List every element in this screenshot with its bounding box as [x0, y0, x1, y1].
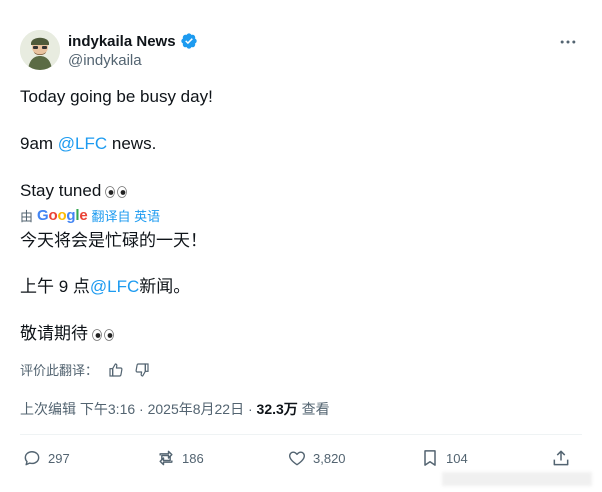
translated-from-link[interactable]: 翻译自 英语: [92, 206, 161, 225]
google-letter-6: e: [79, 207, 88, 224]
avatar[interactable]: [20, 30, 60, 70]
google-letter-1: G: [37, 207, 49, 224]
bookmark-icon: [424, 450, 436, 466]
google-logo[interactable]: Google: [37, 207, 88, 224]
tweet-text-line-1: Today going be busy day!: [20, 87, 213, 106]
reply-icon: [24, 451, 40, 466]
tweet-text-line-2-prefix: 9am: [20, 134, 58, 153]
tweet-timestamp[interactable]: 下午3:16 · 2025年8月22日 ·: [80, 401, 257, 417]
rate-translation: 评价此翻译：: [20, 360, 150, 379]
bookmark-button[interactable]: 104: [420, 448, 468, 468]
translated-mention-link[interactable]: @LFC: [90, 277, 139, 296]
tweet-text-line-3: Stay tuned: [20, 180, 128, 202]
last-edited-link[interactable]: 上次编辑: [20, 401, 76, 417]
bookmark-count: 104: [446, 450, 468, 466]
verified-badge-icon: [180, 33, 197, 49]
translation-attribution: 由 Google 翻译自 英语: [20, 206, 160, 225]
thumbs-up-icon[interactable]: [108, 362, 124, 378]
author-handle[interactable]: @indykaila: [68, 52, 142, 69]
author-name-row: indykaila News: [68, 32, 198, 50]
translated-line-1: 今天将会是忙碌的一天！: [20, 231, 207, 250]
previous-content-fragment: [0, 0, 602, 8]
thumbs-down-icon[interactable]: [134, 362, 150, 378]
translation-by-label: 由: [20, 209, 34, 224]
like-count: 3,820: [313, 450, 346, 466]
mention-link[interactable]: @LFC: [58, 134, 107, 153]
heart-icon: [289, 451, 305, 466]
translated-eyes-emoji-icon: [92, 328, 114, 341]
share-button[interactable]: [551, 448, 577, 468]
tweet-text-line-2-suffix: news.: [107, 134, 157, 153]
reply-count: 297: [48, 450, 70, 466]
translated-line-2-prefix: 上午 9 点: [20, 277, 90, 296]
eyes-emoji-icon: [105, 185, 128, 198]
rate-translation-label: 评价此翻译：: [20, 363, 99, 378]
translated-line-3-text: 敬请期待: [20, 324, 88, 343]
views-count: 32.3万: [256, 401, 298, 417]
views-label: 查看: [297, 401, 330, 417]
reply-button[interactable]: 297: [22, 448, 70, 468]
tweet-header: indykaila News @indykaila: [20, 30, 582, 74]
translated-line-3: 敬请期待: [20, 323, 115, 345]
author-name[interactable]: indykaila News: [68, 33, 176, 50]
like-button[interactable]: 3,820: [287, 448, 346, 468]
tweet-text-line-2: 9am @LFC news.: [20, 133, 156, 155]
divider: [20, 434, 582, 435]
repost-count: 186: [182, 450, 204, 466]
tweet-meta: 上次编辑 下午3:16 · 2025年8月22日 · 32.3万 查看: [20, 399, 330, 419]
tweet-text-line-3-text: Stay tuned: [20, 181, 102, 200]
watermark: [442, 472, 592, 486]
repost-button[interactable]: 186: [156, 448, 204, 468]
share-icon: [553, 450, 569, 466]
repost-icon: [159, 450, 173, 466]
more-options-icon[interactable]: [558, 32, 578, 52]
translated-line-2: 上午 9 点@LFC新闻。: [20, 276, 190, 298]
action-bar: 297 186 3,820 104: [20, 448, 582, 472]
translated-line-2-suffix: 新闻。: [139, 277, 191, 296]
